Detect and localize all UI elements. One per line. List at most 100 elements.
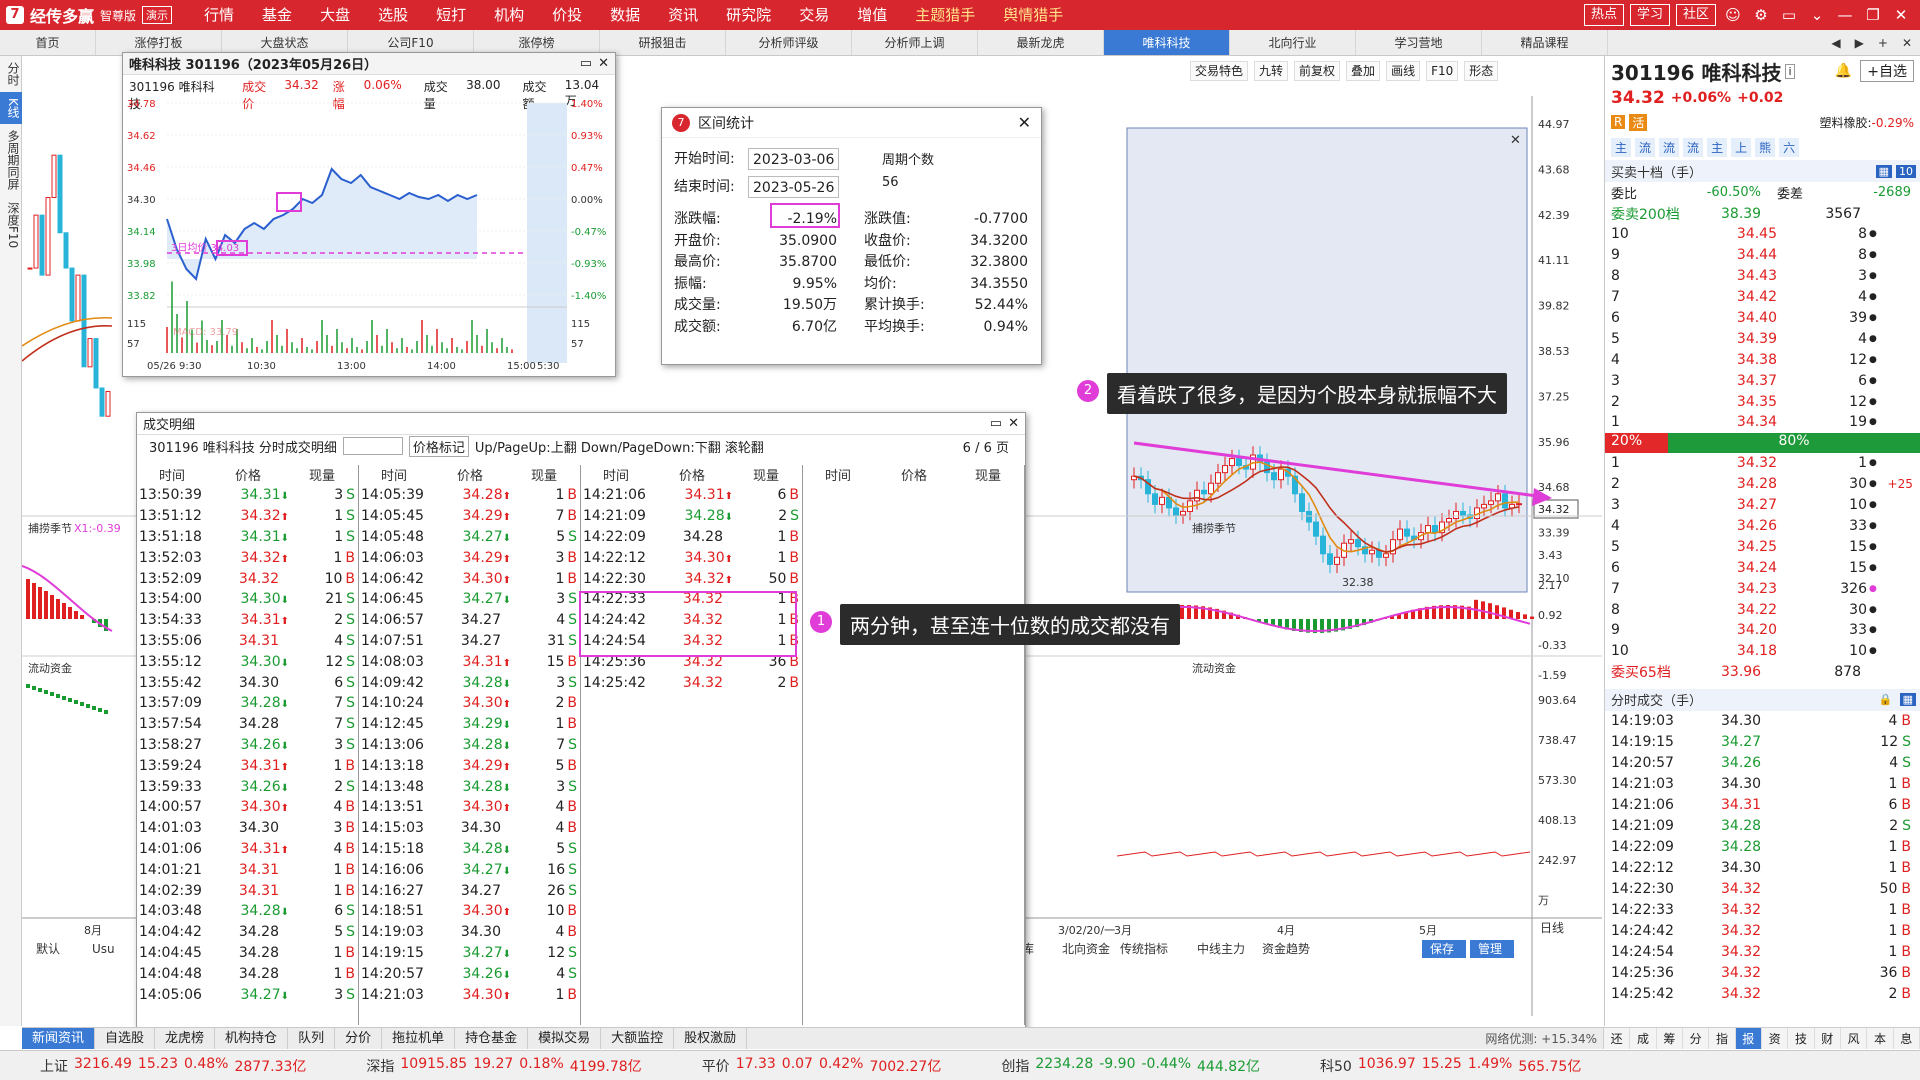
quote-tab-10[interactable]: 本 [1867, 1028, 1894, 1049]
settings-gear-icon[interactable]: ⚙ [1750, 6, 1772, 24]
menu-item-8[interactable]: 资讯 [654, 0, 712, 30]
rail-multi-period[interactable]: 多周期同屏 [0, 124, 22, 196]
bid-row[interactable]: 4 34.26 33 ● [1605, 516, 1920, 537]
tab-5[interactable]: 研报狙击 [600, 30, 726, 55]
mini-restore-icon[interactable]: ▭ [580, 56, 592, 71]
menu-item-4[interactable]: 短打 [422, 0, 480, 30]
bottom-tab-6[interactable]: 拖拉机单 [382, 1028, 456, 1049]
menu-item-13[interactable]: 舆情猎手 [989, 0, 1077, 30]
chart-tool-2[interactable]: 前复权 [1294, 61, 1341, 81]
menu-item-3[interactable]: 选股 [364, 0, 422, 30]
price-mark-button[interactable]: 价格标记 [408, 435, 469, 457]
quote-tab-2[interactable]: 筹 [1657, 1028, 1683, 1049]
tab-12[interactable]: 精品课程 [1482, 30, 1608, 55]
bid-row[interactable]: 7 34.23 326 ● [1605, 578, 1920, 599]
tick-grid-icon[interactable]: ▦ [1899, 693, 1916, 707]
tab-10[interactable]: 北向行业 [1230, 30, 1356, 55]
chip-3[interactable]: 流 [1683, 137, 1704, 157]
user-icon[interactable]: ☺ [1722, 6, 1744, 24]
rail-f10[interactable]: 深度F10 [0, 196, 22, 254]
quote-tab-3[interactable]: 分 [1683, 1028, 1710, 1049]
chip-1[interactable]: 流 [1635, 137, 1656, 157]
bid-row[interactable]: 9 34.20 33 ● [1605, 620, 1920, 641]
menu-item-10[interactable]: 交易 [785, 0, 843, 30]
ask-row[interactable]: 7 34.42 4 ● [1605, 287, 1920, 308]
chart-tool-3[interactable]: 叠加 [1346, 61, 1381, 81]
bid-row[interactable]: 10 34.18 10 ● [1605, 641, 1920, 662]
menu-item-5[interactable]: 机构 [480, 0, 538, 30]
index-1[interactable]: 深指 10915.85 19.27 0.18% 4199.78亿 [366, 1056, 641, 1076]
bottom-tab-10[interactable]: 股权激励 [674, 1028, 748, 1049]
orderbook-depth-button[interactable]: 10 [1896, 164, 1916, 178]
menu-item-7[interactable]: 数据 [596, 0, 654, 30]
ask-row[interactable]: 8 34.43 3 ● [1605, 266, 1920, 287]
bottom-tab-8[interactable]: 模拟交易 [528, 1028, 602, 1049]
minimize-icon[interactable]: — [1834, 6, 1856, 24]
ask-row[interactable]: 9 34.44 8 ● [1605, 245, 1920, 266]
add-watchlist-button[interactable]: +自选 [1860, 60, 1914, 82]
index-0[interactable]: 上证 3216.49 15.23 0.48% 2877.33亿 [40, 1056, 306, 1076]
ask-row[interactable]: 1 34.34 19 ● [1605, 412, 1920, 433]
index-3[interactable]: 创指 2234.28 -9.90 -0.44% 444.82亿 [1001, 1056, 1260, 1076]
quote-tab-1[interactable]: 成 [1630, 1028, 1657, 1049]
ask-row[interactable]: 3 34.37 6 ● [1605, 370, 1920, 391]
quote-tab-8[interactable]: 财 [1815, 1028, 1841, 1049]
menu-item-6[interactable]: 价投 [538, 0, 596, 30]
chevron-down-icon[interactable]: ⌄ [1806, 6, 1828, 24]
quote-tab-0[interactable]: 还 [1604, 1028, 1631, 1049]
chip-7[interactable]: 六 [1779, 137, 1800, 157]
start-date-input[interactable]: 2023-03-06 [748, 148, 840, 170]
chip-5[interactable]: 上 [1731, 137, 1752, 157]
quote-tab-9[interactable]: 风 [1841, 1028, 1868, 1049]
index-2[interactable]: 平价 17.33 0.07 0.42% 7002.27亿 [702, 1056, 942, 1076]
chart-tool-6[interactable]: 形态 [1464, 61, 1499, 81]
chart-tool-5[interactable]: F10 [1426, 61, 1459, 81]
quote-tab-6[interactable]: 资 [1762, 1028, 1789, 1049]
bottom-tab-5[interactable]: 分价 [335, 1028, 383, 1049]
stats-close-icon[interactable]: ✕ [1018, 113, 1031, 132]
quote-tab-4[interactable]: 指 [1709, 1028, 1736, 1049]
intraday-chart[interactable]: 34.78 1.40% 34.62 0.93% 34.46 0.47% 34.30 0.00%… [123, 95, 615, 375]
tab-11[interactable]: 学习营地 [1356, 30, 1482, 55]
tab-9[interactable]: 唯科科技 [1104, 30, 1230, 55]
bottom-tab-3[interactable]: 机构持仓 [215, 1028, 289, 1049]
bottom-tab-7[interactable]: 持仓基金 [455, 1028, 529, 1049]
menu-item-11[interactable]: 增值 [843, 0, 901, 30]
bid-row[interactable]: 5 34.25 15 ● [1605, 536, 1920, 557]
bottom-tab-0[interactable]: 新闻资讯 [22, 1028, 96, 1049]
menu-item-9[interactable]: 研究院 [712, 0, 785, 30]
bid-row[interactable]: 2 34.28 30 ● +25 [1605, 474, 1920, 495]
deals-search-input[interactable] [342, 437, 403, 455]
quote-tab-7[interactable]: 技 [1788, 1028, 1815, 1049]
bell-icon[interactable]: 🔔 [1835, 63, 1852, 79]
rail-intraday[interactable]: 分时 [0, 56, 22, 92]
learn-button[interactable]: 学习 [1629, 4, 1670, 26]
tab-close-icon[interactable]: ✕ [1902, 36, 1912, 50]
bid-row[interactable]: 3 34.27 10 ● [1605, 495, 1920, 516]
tab-next-icon[interactable]: ▶ [1855, 36, 1864, 50]
quote-tab-5[interactable]: 报 [1735, 1028, 1762, 1049]
community-button[interactable]: 社区 [1675, 4, 1716, 26]
menu-item-2[interactable]: 大盘 [306, 0, 364, 30]
layout-icon[interactable]: ▭ [1778, 6, 1800, 24]
lock-icon[interactable]: 🔒 [1876, 693, 1896, 706]
mini-close-icon[interactable]: ✕ [598, 56, 609, 71]
rail-kline[interactable]: K线 [0, 92, 22, 124]
ask-row[interactable]: 10 34.45 8 ● [1605, 224, 1920, 245]
deals-close-icon[interactable]: ✕ [1008, 416, 1019, 431]
bottom-tab-9[interactable]: 大额监控 [601, 1028, 675, 1049]
chip-4[interactable]: 主 [1707, 137, 1728, 157]
bid-row[interactable]: 6 34.24 15 ● [1605, 557, 1920, 578]
ask-row[interactable]: 6 34.40 39 ● [1605, 308, 1920, 329]
menu-item-12[interactable]: 主题猎手 [901, 0, 989, 30]
close-icon[interactable]: ✕ [1890, 6, 1912, 24]
chart-tool-4[interactable]: 画线 [1386, 61, 1421, 81]
ask-row[interactable]: 5 34.39 4 ● [1605, 328, 1920, 349]
bid-row[interactable]: 1 34.32 1 ● [1605, 453, 1920, 474]
ask-row[interactable]: 2 34.35 12 ● [1605, 391, 1920, 412]
chart-tool-0[interactable]: 交易特色 [1190, 61, 1249, 81]
ask-row[interactable]: 4 34.38 12 ● [1605, 349, 1920, 370]
tab-0[interactable]: 首页 [0, 30, 96, 55]
chip-2[interactable]: 流 [1659, 137, 1680, 157]
bottom-tab-1[interactable]: 自选股 [95, 1028, 156, 1049]
